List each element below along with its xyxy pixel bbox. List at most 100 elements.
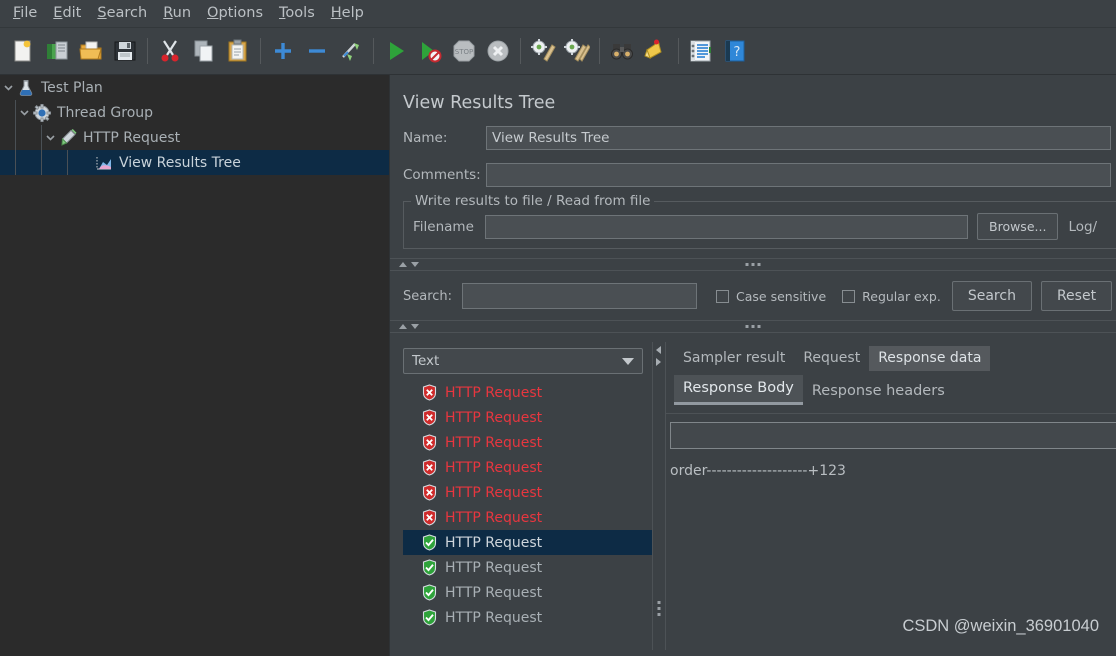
result-item[interactable]: HTTP Request (403, 430, 653, 455)
collapse-all-icon (309, 49, 325, 53)
toggle-button[interactable] (334, 34, 368, 68)
collapse-up-icon[interactable] (399, 262, 407, 267)
chevron-down-icon[interactable] (16, 100, 32, 125)
new-document-button[interactable] (6, 34, 40, 68)
case-sensitive-checkbox[interactable] (716, 289, 729, 303)
comments-row: Comments: (390, 163, 1116, 187)
result-item[interactable]: HTTP Request (403, 605, 653, 630)
result-item-label: HTTP Request (445, 459, 543, 476)
tab-response-headers[interactable]: Response headers (803, 378, 954, 405)
collapse-up-icon[interactable] (399, 324, 407, 329)
browse-button[interactable]: Browse... (977, 213, 1059, 240)
start-button[interactable] (379, 34, 413, 68)
result-item[interactable]: HTTP Request (403, 380, 653, 405)
copy-button[interactable] (187, 34, 221, 68)
tab-sampler-result[interactable]: Sampler result (674, 346, 794, 371)
regular-exp-checkbox[interactable] (842, 289, 856, 303)
splitter-handle-icon[interactable] (745, 263, 761, 266)
menu-help[interactable]: Help (324, 3, 373, 24)
tree-node-test-plan[interactable]: Test Plan (0, 75, 389, 100)
search-reset-button[interactable] (639, 34, 673, 68)
result-item[interactable]: HTTP Request (403, 405, 653, 430)
failure-shield-icon (422, 409, 437, 426)
collapse-left-icon[interactable] (656, 346, 661, 354)
tree-node-thread-group[interactable]: Thread Group (0, 100, 389, 125)
save-button[interactable] (108, 34, 142, 68)
chevron-down-icon (622, 357, 634, 365)
clear-all-button[interactable] (560, 34, 594, 68)
function-helper-button[interactable] (684, 34, 718, 68)
paste-icon (228, 39, 247, 62)
tab-response-body[interactable]: Response Body (674, 375, 803, 405)
collapse-down-icon[interactable] (411, 324, 419, 329)
help-button[interactable]: ? (718, 34, 752, 68)
collapse-down-icon[interactable] (411, 262, 419, 267)
filename-input[interactable] (485, 214, 968, 239)
toolbar-separator-3 (373, 38, 374, 64)
failure-shield-icon (422, 459, 437, 476)
page-title: View Results Tree (403, 93, 556, 113)
vertical-splitter-handle-icon[interactable] (657, 601, 661, 616)
tab-response-data[interactable]: Response data (869, 346, 991, 371)
menu-tools[interactable]: Tools (272, 3, 324, 24)
result-item[interactable]: HTTP Request (403, 480, 653, 505)
open-template-button[interactable] (40, 34, 74, 68)
search-input[interactable] (462, 283, 697, 309)
function-helper-icon (690, 40, 711, 62)
menu-file[interactable]: File (6, 3, 46, 24)
result-item-label: HTTP Request (445, 409, 543, 426)
reset-button[interactable]: Reset (1040, 281, 1113, 311)
comments-label: Comments: (403, 167, 481, 183)
tab-request[interactable]: Request (794, 346, 869, 371)
renderer-select[interactable]: Text (403, 348, 643, 374)
paste-button[interactable] (221, 34, 255, 68)
tree-node-view-results-tree[interactable]: View Results Tree (0, 150, 389, 175)
stop-button[interactable]: STOP (447, 34, 481, 68)
result-item[interactable]: HTTP Request (403, 580, 653, 605)
collapse-right-icon[interactable] (656, 358, 661, 366)
splitter-middle[interactable] (390, 320, 1116, 333)
tree-guide (15, 150, 16, 175)
result-item[interactable]: HTTP Request (403, 505, 653, 530)
result-item[interactable]: HTTP Request (403, 455, 653, 480)
splitter-handle-icon[interactable] (745, 325, 761, 328)
thread-group-icon (32, 103, 52, 123)
name-input[interactable] (486, 126, 1111, 150)
splitter-top[interactable] (390, 258, 1116, 271)
tree-node-label: Thread Group (57, 104, 154, 121)
name-label: Name: (403, 130, 448, 146)
open-folder-button[interactable] (74, 34, 108, 68)
result-item-label: HTTP Request (445, 584, 543, 601)
tree-node-http-request[interactable]: HTTP Request (0, 125, 389, 150)
response-find-input[interactable] (670, 422, 1116, 449)
http-request-icon (58, 128, 78, 148)
toggle-icon (342, 43, 359, 61)
result-item-label: HTTP Request (445, 509, 543, 526)
result-item[interactable]: HTTP Request (403, 530, 653, 555)
chevron-down-icon[interactable] (42, 125, 58, 150)
search-reset-icon (644, 39, 662, 59)
tree-guide (15, 125, 16, 150)
vertical-splitter[interactable] (652, 342, 666, 650)
toolbar: STOP ? (0, 28, 1116, 75)
result-item[interactable]: HTTP Request (403, 555, 653, 580)
cut-button[interactable] (153, 34, 187, 68)
start-no-timers-button[interactable] (413, 34, 447, 68)
collapse-all-button[interactable] (300, 34, 334, 68)
shutdown-button[interactable] (481, 34, 515, 68)
write-results-legend: Write results to file / Read from file (411, 193, 655, 209)
subtab-divider (666, 413, 1116, 414)
clear-button[interactable] (526, 34, 560, 68)
menu-search[interactable]: Search (90, 3, 156, 24)
menu-edit[interactable]: Edit (46, 3, 90, 24)
failure-shield-icon (422, 384, 437, 401)
comments-input[interactable] (486, 163, 1111, 187)
expand-all-button[interactable] (266, 34, 300, 68)
search-binoculars-button[interactable] (605, 34, 639, 68)
tree-guide (41, 150, 42, 175)
chevron-down-icon[interactable] (0, 75, 16, 100)
search-button[interactable]: Search (951, 281, 1032, 311)
tree-node-label: Test Plan (41, 79, 103, 96)
menu-options[interactable]: Options (200, 3, 272, 24)
menu-run[interactable]: Run (156, 3, 200, 24)
